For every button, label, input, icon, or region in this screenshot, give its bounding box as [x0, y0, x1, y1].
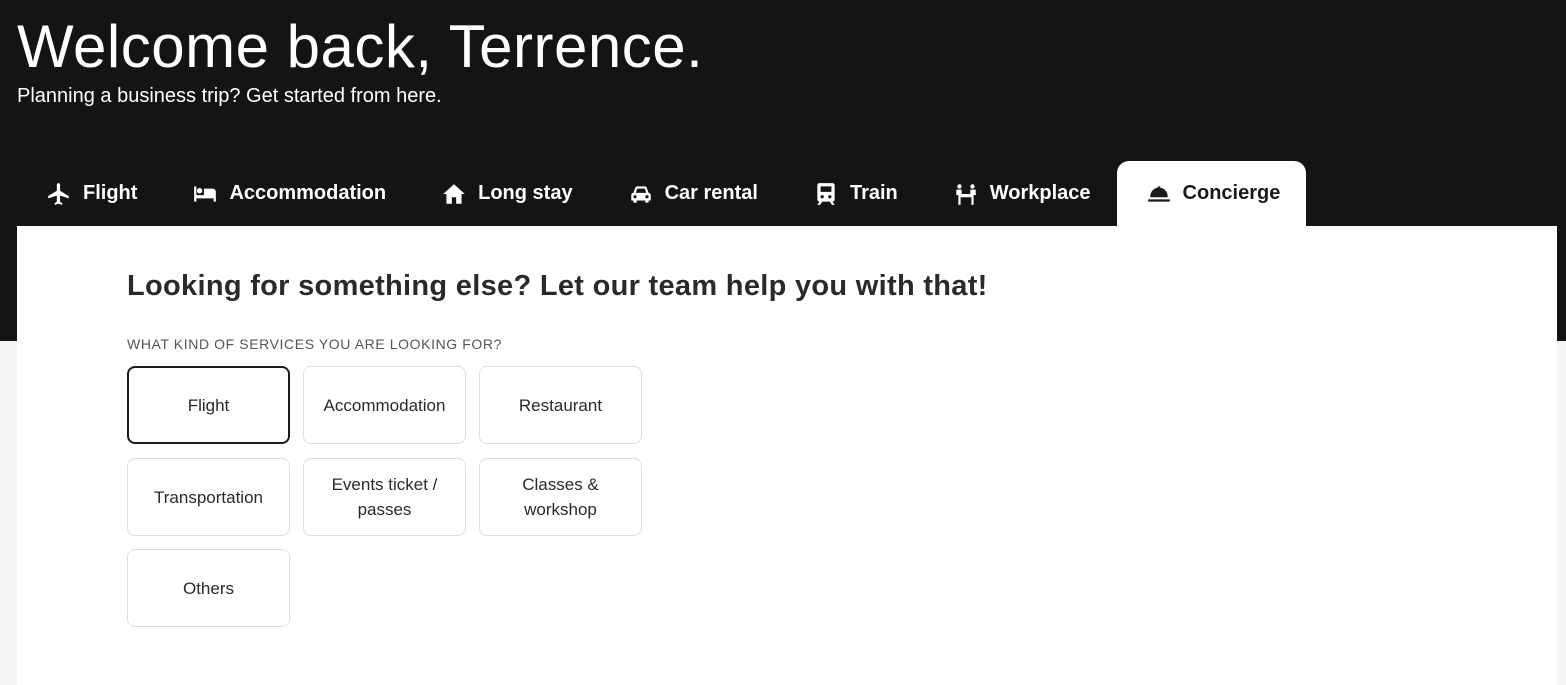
welcome-subtitle: Planning a business trip? Get started fr… — [17, 85, 442, 107]
tab-flight[interactable]: Flight — [17, 161, 163, 226]
services-label: WHAT KIND OF SERVICES YOU ARE LOOKING FO… — [127, 336, 503, 352]
bed-icon — [191, 180, 219, 208]
airplane-icon — [45, 180, 73, 208]
tab-long-stay[interactable]: Long stay — [412, 161, 598, 226]
service-option-accommodation[interactable]: Accommodation — [303, 366, 466, 444]
service-option-classes-workshop[interactable]: Classes & workshop — [479, 458, 642, 536]
booking-tabs: Flight Accommodation Long stay Car renta… — [17, 161, 1307, 226]
service-option-events-ticket[interactable]: Events ticket / passes — [303, 458, 466, 536]
tab-concierge[interactable]: Concierge — [1116, 161, 1307, 226]
concierge-bell-icon — [1145, 180, 1173, 208]
service-option-restaurant[interactable]: Restaurant — [479, 366, 642, 444]
service-option-transportation[interactable]: Transportation — [127, 458, 290, 536]
tab-label: Train — [849, 182, 898, 204]
car-icon — [627, 180, 655, 208]
tab-label: Concierge — [1182, 182, 1281, 204]
tab-car-rental[interactable]: Car rental — [599, 161, 784, 226]
tab-label: Flight — [83, 182, 138, 204]
tab-workplace[interactable]: Workplace — [924, 161, 1117, 226]
welcome-title: Welcome back, Terrence. — [17, 13, 704, 80]
service-option-flight[interactable]: Flight — [127, 366, 290, 444]
train-icon — [812, 180, 840, 208]
home-icon — [440, 180, 468, 208]
tab-label: Accommodation — [229, 182, 387, 204]
tab-label: Car rental — [664, 182, 758, 204]
concierge-title: Looking for something else? Let our team… — [127, 270, 988, 302]
concierge-panel: Looking for something else? Let our team… — [17, 226, 1557, 685]
workplace-icon — [952, 180, 980, 208]
service-option-others[interactable]: Others — [127, 549, 290, 627]
tab-accommodation[interactable]: Accommodation — [163, 161, 412, 226]
tab-train[interactable]: Train — [784, 161, 924, 226]
tab-label: Long stay — [478, 182, 573, 204]
tab-label: Workplace — [989, 182, 1091, 204]
